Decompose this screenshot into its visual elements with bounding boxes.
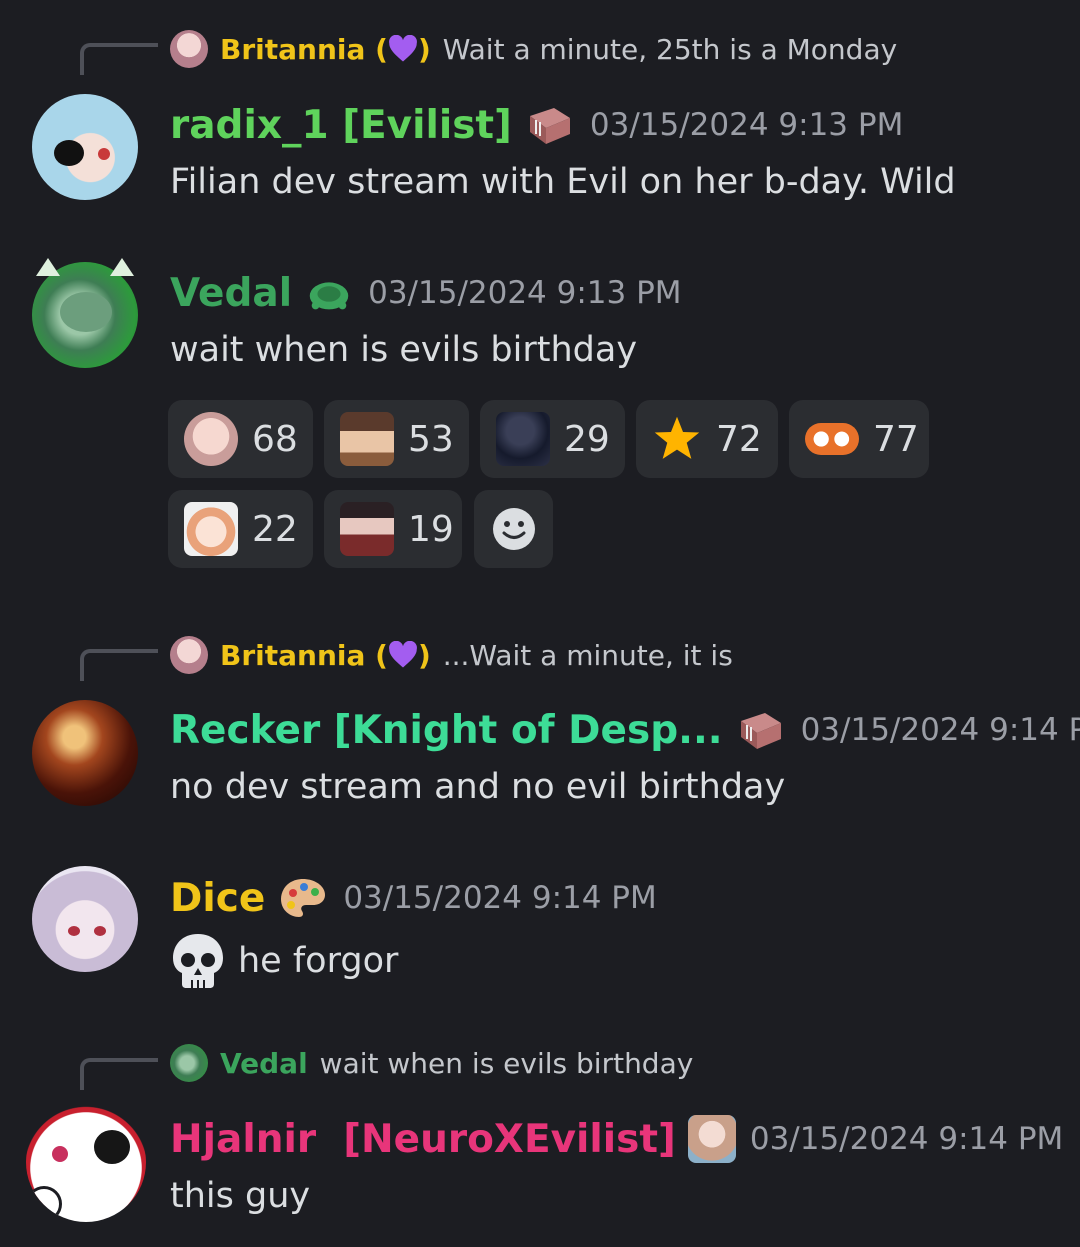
username[interactable]: Dice (170, 876, 265, 921)
message-text: no dev stream and no evil birthday (170, 767, 786, 807)
reply-username[interactable]: Vedal (220, 1047, 308, 1080)
reaction[interactable]: 19 (324, 490, 462, 568)
emoji-facepalm-icon (496, 412, 550, 466)
reply-text: Wait a minute, 25th is a Monday (442, 32, 898, 66)
message-header: Hjalnir [NeuroXEvilist] 03/15/2024 9:14 … (170, 1115, 1063, 1163)
britannia-avatar[interactable] (170, 30, 208, 68)
britannia-avatar[interactable] (170, 636, 208, 674)
reaction-count: 19 (408, 508, 454, 550)
reply-preview[interactable]: Britannia () ...Wait a minute, it is (170, 636, 733, 674)
username[interactable]: Recker [Knight of Desp... (170, 708, 723, 753)
emoji-glasses-girl-icon (340, 412, 394, 466)
reaction[interactable]: 77 (789, 400, 929, 478)
smiley-add-reaction-icon (492, 508, 535, 550)
badge-box-icon (740, 713, 781, 749)
username[interactable]: radix_1 [Evilist] (170, 103, 512, 148)
message-text: Filian dev stream with Evil on her b-day… (170, 162, 956, 202)
eye (98, 148, 110, 160)
heart-icon (389, 640, 417, 667)
username[interactable]: Vedal (170, 271, 292, 316)
recker-avatar[interactable] (32, 700, 138, 806)
hjalnir-avatar[interactable] (26, 1102, 146, 1222)
timestamp: 03/15/2024 9:14 PM (343, 880, 657, 916)
timestamp: 03/15/2024 9:14 PM (749, 1121, 1064, 1157)
reply-text: ...Wait a minute, it is (442, 638, 733, 672)
vedal-mini-avatar[interactable] (170, 1044, 208, 1082)
badge-box-icon (529, 108, 570, 144)
emoji-crazy-eyes-icon (805, 423, 859, 455)
emoji-blush-girl-icon (184, 412, 238, 466)
timestamp: 03/15/2024 9:14 PM (800, 712, 1080, 748)
reaction[interactable]: 22 (168, 490, 313, 568)
reaction-count: 53 (408, 418, 454, 460)
heart-icon (389, 34, 417, 61)
eye (68, 926, 80, 936)
skull-icon (173, 934, 223, 988)
message-header: radix_1 [Evilist] 03/15/2024 9:13 PM (170, 102, 903, 148)
eyepatch (94, 1130, 130, 1164)
cat-ears (36, 258, 134, 278)
reaction-count: 68 (252, 418, 298, 460)
message-text: he forgor (170, 932, 398, 990)
reply-connector (80, 1058, 158, 1090)
message-text: this guy (170, 1176, 311, 1216)
reply-username[interactable]: Britannia () (220, 639, 431, 672)
alert-badge (26, 1186, 62, 1222)
reply-preview[interactable]: Britannia () Wait a minute, 25th is a Mo… (170, 30, 897, 68)
message-text-content: he forgor (238, 941, 399, 981)
message-header: Dice 03/15/2024 9:14 PM (170, 875, 657, 921)
palette-icon (281, 879, 326, 917)
star-icon (654, 416, 700, 459)
reaction[interactable]: 72 (636, 400, 778, 478)
turtle-icon (309, 282, 349, 310)
message-text: wait when is evils birthday (170, 330, 638, 370)
message-header: Vedal 03/15/2024 9:13 PM (170, 270, 682, 316)
reply-text: wait when is evils birthday (319, 1046, 694, 1080)
reply-username[interactable]: Britannia () (220, 33, 431, 66)
radix-avatar[interactable] (32, 94, 138, 200)
eyepatch (54, 140, 84, 166)
reply-connector (80, 43, 158, 75)
eye (52, 1146, 68, 1162)
add-reaction-button[interactable] (474, 490, 553, 568)
reaction-count: 77 (873, 418, 919, 460)
reaction[interactable]: 53 (324, 400, 469, 478)
message-header: Recker [Knight of Desp... 03/15/2024 9:1… (170, 707, 1080, 753)
username[interactable]: Hjalnir [NeuroXEvilist] (170, 1117, 676, 1162)
reply-connector (80, 649, 158, 681)
eye (94, 926, 106, 936)
reply-preview[interactable]: Vedal wait when is evils birthday (170, 1044, 693, 1082)
timestamp: 03/15/2024 9:13 PM (589, 107, 904, 143)
reaction[interactable]: 29 (480, 400, 625, 478)
emoji-angry-girl-icon (184, 502, 238, 556)
turtle-head (60, 292, 112, 332)
dice-avatar[interactable] (32, 866, 138, 972)
emoji-scared-girl-icon (340, 502, 394, 556)
reaction[interactable]: 68 (168, 400, 313, 478)
reaction-count: 72 (716, 418, 762, 460)
reaction-count: 29 (564, 418, 610, 460)
anime-girl-badge-icon (687, 1115, 736, 1163)
reaction-count: 22 (252, 508, 298, 550)
timestamp: 03/15/2024 9:13 PM (368, 275, 682, 311)
